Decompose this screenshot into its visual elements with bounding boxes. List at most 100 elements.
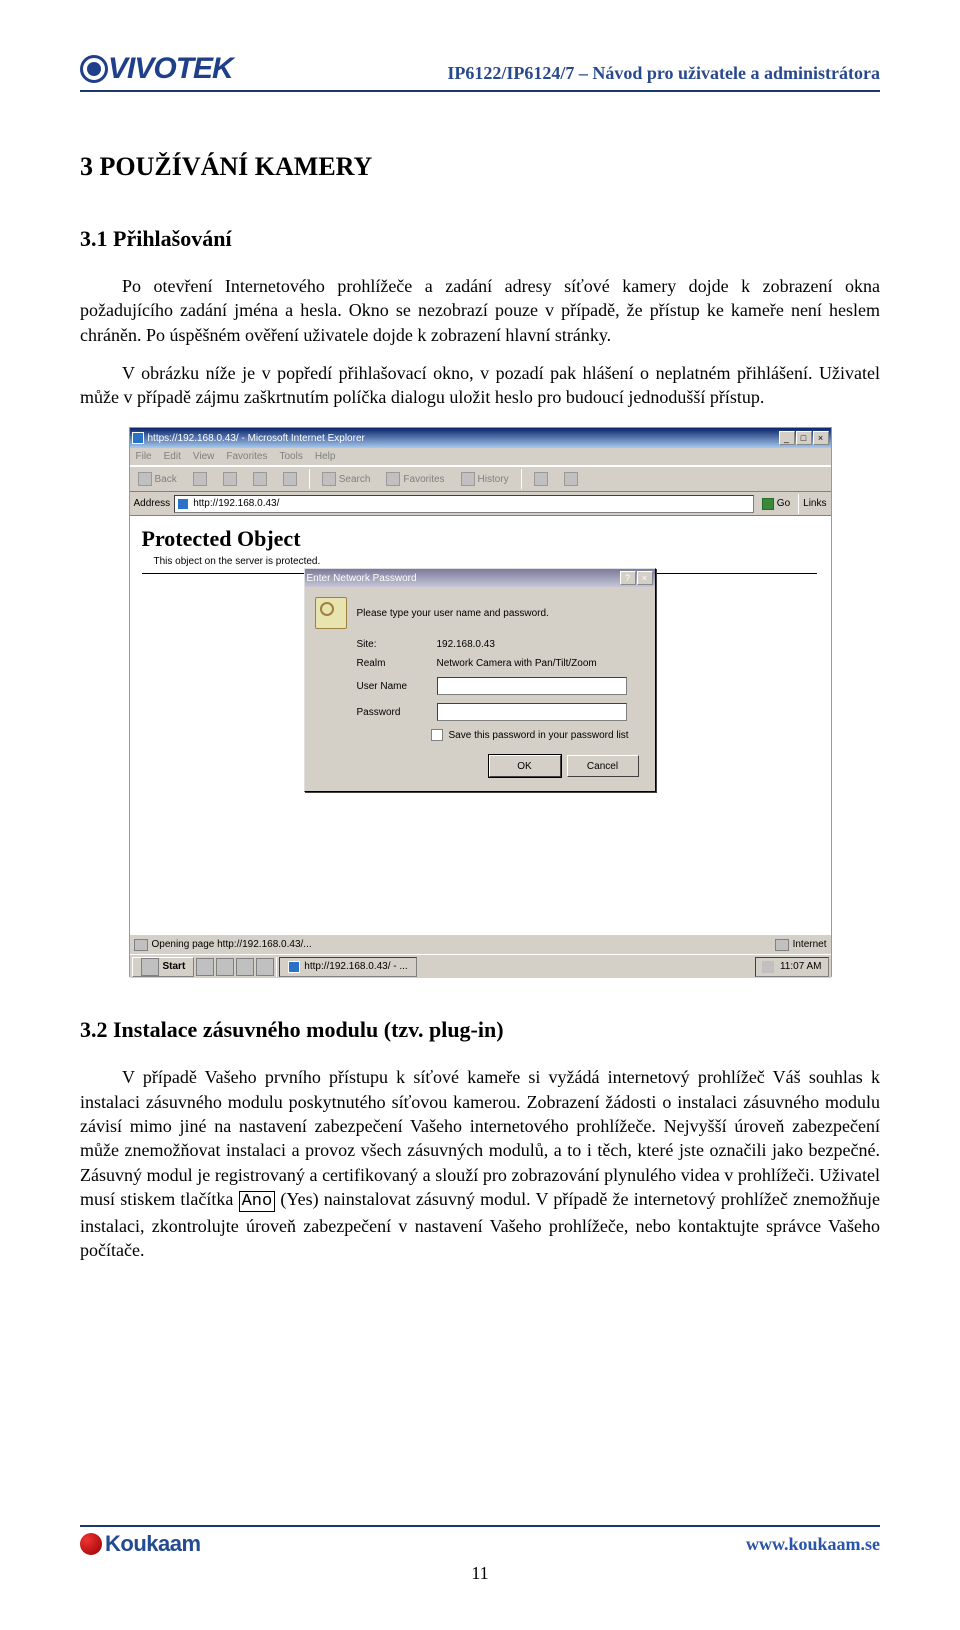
search-button[interactable]: Search: [318, 470, 375, 488]
ok-button[interactable]: OK: [489, 755, 561, 777]
koukaam-logo: Koukaam: [80, 1531, 201, 1557]
save-password-checkbox[interactable]: [431, 729, 443, 741]
username-input[interactable]: [437, 677, 627, 695]
site-label: Site:: [357, 639, 431, 650]
heading-3-1: 3.1 Přihlašování: [80, 226, 880, 252]
status-bar: Opening page http://192.168.0.43/... Int…: [130, 934, 831, 954]
ano-button-label: Ano: [239, 1191, 276, 1212]
doc-title: IP6122/IP6124/7 – Návod pro uživatele a …: [447, 63, 880, 86]
quicklaunch-icon[interactable]: [236, 958, 254, 976]
menu-bar: File Edit View Favorites Tools Help: [130, 448, 831, 466]
para-1: Po otevření Internetového prohlížeče a z…: [80, 274, 880, 347]
address-value: http://192.168.0.43/: [193, 498, 279, 509]
protected-object-title: Protected Object: [130, 516, 831, 556]
windows-icon: [141, 958, 159, 976]
para-2: V obrázku níže je v popředí přihlašovací…: [80, 361, 880, 410]
print-button[interactable]: [560, 470, 582, 488]
addr-separator: [798, 494, 799, 514]
window-title: https://192.168.0.43/ - Microsoft Intern…: [148, 433, 365, 444]
cancel-button[interactable]: Cancel: [567, 755, 639, 777]
back-button[interactable]: Back: [134, 470, 181, 488]
forward-button[interactable]: [189, 470, 211, 488]
mail-icon: [534, 472, 548, 486]
menu-help[interactable]: Help: [315, 451, 336, 462]
logo-text: VIVOTEK: [108, 52, 233, 86]
close-button[interactable]: ×: [813, 431, 829, 445]
print-icon: [564, 472, 578, 486]
taskbar-item-ie[interactable]: http://192.168.0.43/ - ...: [279, 957, 416, 977]
heading-3-2: 3.2 Instalace zásuvného modulu (tzv. plu…: [80, 1017, 880, 1043]
links-label[interactable]: Links: [803, 498, 826, 509]
heading-3: 3 POUŽÍVÁNÍ KAMERY: [80, 152, 880, 182]
dialog-close-button[interactable]: ×: [637, 571, 653, 585]
go-icon: [762, 498, 774, 510]
ie-page-icon: [177, 498, 189, 510]
dialog-help-button[interactable]: ?: [620, 571, 636, 585]
ie-task-icon: [288, 961, 300, 973]
site-value: 192.168.0.43: [437, 639, 645, 650]
menu-edit[interactable]: Edit: [164, 451, 181, 462]
home-icon: [283, 472, 297, 486]
menu-view[interactable]: View: [193, 451, 215, 462]
favorites-button[interactable]: Favorites: [382, 470, 448, 488]
refresh-icon: [253, 472, 267, 486]
keys-icon: [315, 597, 347, 629]
para-3-before: V případě Vašeho prvního přístupu k síťo…: [80, 1067, 880, 1208]
ie-icon: [132, 432, 144, 444]
stop-icon: [223, 472, 237, 486]
quicklaunch-icon[interactable]: [196, 958, 214, 976]
clock: 11:07 AM: [780, 961, 822, 972]
go-button[interactable]: Go: [758, 498, 794, 510]
footer-url: www.koukaam.se: [746, 1534, 880, 1555]
minimize-button[interactable]: _: [779, 431, 795, 445]
page-number: 11: [80, 1563, 880, 1584]
maximize-button[interactable]: □: [796, 431, 812, 445]
status-page-icon: [134, 939, 148, 951]
back-icon: [138, 472, 152, 486]
start-button[interactable]: Start: [132, 957, 195, 977]
login-dialog: Enter Network Password ?× Please type yo…: [304, 568, 656, 792]
taskbar: Start http://192.168.0.43/ - ... 11:07 A…: [130, 954, 831, 978]
dialog-prompt: Please type your user name and password.: [357, 608, 549, 619]
refresh-button[interactable]: [249, 470, 271, 488]
page-header: VIVOTEK IP6122/IP6124/7 – Návod pro uživ…: [80, 52, 880, 92]
swirl-icon: [80, 1533, 102, 1555]
home-button[interactable]: [279, 470, 301, 488]
user-label: User Name: [357, 681, 431, 692]
taskbar-separator: [276, 957, 277, 977]
stop-button[interactable]: [219, 470, 241, 488]
menu-tools[interactable]: Tools: [279, 451, 302, 462]
history-button[interactable]: History: [457, 470, 513, 488]
status-text: Opening page http://192.168.0.43/...: [152, 939, 312, 950]
password-label: Password: [357, 707, 431, 718]
page-footer: Koukaam www.koukaam.se 11: [80, 1525, 880, 1584]
realm-label: Realm: [357, 658, 431, 669]
address-field[interactable]: http://192.168.0.43/: [174, 495, 754, 513]
address-label: Address: [134, 498, 171, 509]
history-icon: [461, 472, 475, 486]
menu-file[interactable]: File: [136, 451, 152, 462]
mail-button[interactable]: [530, 470, 552, 488]
favorites-icon: [386, 472, 400, 486]
tray-icon[interactable]: [762, 961, 774, 973]
eye-icon: [80, 55, 108, 83]
dialog-titlebar: Enter Network Password ?×: [305, 569, 655, 587]
internet-zone-icon: [775, 939, 789, 951]
internet-zone: Internet: [793, 939, 827, 950]
dialog-title: Enter Network Password: [307, 573, 417, 584]
ie-screenshot: https://192.168.0.43/ - Microsoft Intern…: [129, 427, 832, 977]
forward-icon: [193, 472, 207, 486]
vivotek-logo: VIVOTEK: [80, 52, 233, 86]
toolbar-separator: [521, 469, 522, 489]
password-input[interactable]: [437, 703, 627, 721]
system-tray: 11:07 AM: [755, 957, 829, 977]
page-content: Protected Object This object on the serv…: [130, 516, 831, 934]
koukaam-text: Koukaam: [105, 1531, 201, 1557]
search-icon: [322, 472, 336, 486]
quicklaunch-icon[interactable]: [256, 958, 274, 976]
address-bar: Address http://192.168.0.43/ Go Links: [130, 492, 831, 516]
menu-favorites[interactable]: Favorites: [226, 451, 267, 462]
quicklaunch-icon[interactable]: [216, 958, 234, 976]
window-controls: _ □ ×: [779, 431, 829, 445]
realm-value: Network Camera with Pan/Tilt/Zoom: [437, 658, 645, 669]
